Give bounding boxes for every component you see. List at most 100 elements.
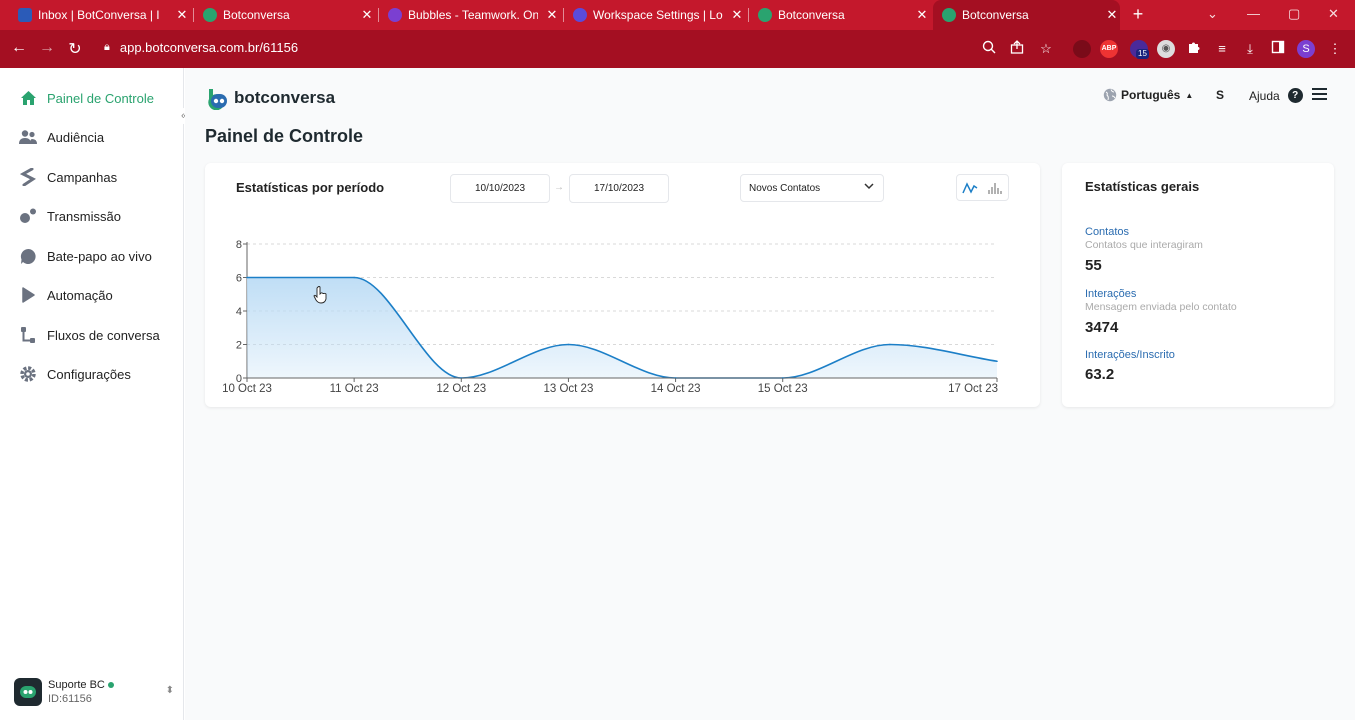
sidebar-item-label: Transmissão [47, 208, 121, 224]
browser-tab-active[interactable]: Botconversa ✕ [933, 0, 1120, 30]
sidepanel-icon[interactable] [1269, 40, 1287, 58]
page-title: Painel de Controle [205, 126, 364, 146]
download-icon[interactable]: ⤓ [1241, 40, 1259, 58]
campaign-icon [19, 168, 37, 186]
sidebar-item-label: Campanhas [47, 169, 118, 185]
minimize-icon[interactable]: — [1247, 6, 1260, 21]
area-chart: 0246810 Oct 23 11 Oct 23 12 Oct 23 13 Oct 2… [222, 239, 998, 395]
tab-close-icon[interactable]: ✕ [729, 7, 745, 23]
close-window-icon[interactable]: ✕ [1328, 6, 1339, 22]
stat-desc: Mensagem enviada pelo contato [1085, 301, 1237, 313]
tab-favicon [942, 8, 956, 22]
sidebar-item-audiencia[interactable]: Audiência [0, 118, 183, 156]
user-initial[interactable]: S [1216, 88, 1224, 102]
back-icon[interactable]: ← [9, 39, 29, 57]
zoom-icon[interactable] [980, 40, 998, 58]
general-stats-title: Estatísticas gerais [1085, 179, 1200, 194]
hand-cursor-icon [313, 286, 327, 304]
data-point [353, 276, 355, 279]
logo-icon [208, 89, 227, 110]
sidebar-item-configuracoes[interactable]: Configurações [0, 355, 183, 393]
tab-title: Workspace Settings | Loom [593, 8, 723, 22]
sidebar-item-transmissao[interactable]: Transmissão [0, 197, 183, 235]
tab-favicon [203, 8, 217, 22]
browser-tab[interactable]: Bubbles - Teamwork. On y ✕ [388, 0, 560, 30]
share-icon[interactable] [1008, 40, 1026, 58]
adblock-icon[interactable]: ABP [1100, 40, 1118, 58]
tab-favicon [388, 8, 402, 22]
play-icon [19, 286, 37, 304]
tab-close-icon[interactable]: ✕ [544, 7, 560, 23]
browser-tab[interactable]: Botconversa ✕ [203, 0, 375, 30]
sidebar-item-label: Bate-papo ao vivo [47, 248, 152, 264]
browser-tab-bar: Inbox | BotConversa | I ✕ Botconversa ✕ … [0, 0, 1355, 30]
logo[interactable]: botconversa [205, 86, 335, 110]
stat-value: 3474 [1085, 319, 1119, 336]
sidebar: Painel de Controle Audiência Campanhas T… [0, 68, 192, 720]
y-tick-label: 2 [236, 340, 242, 352]
stat-label: Contatos [1085, 226, 1130, 238]
x-tick-label: 12 Oct 23 [436, 383, 486, 395]
url-text: app.botconversa.com.br/61156 [119, 40, 299, 55]
data-point [567, 343, 570, 346]
user-id: ID:61156 [48, 693, 92, 705]
tab-close-icon[interactable]: ✕ [359, 7, 375, 23]
tab-favicon [758, 8, 772, 22]
maximize-icon[interactable]: ▢ [1288, 6, 1300, 22]
tab-close-icon[interactable]: ✕ [1104, 7, 1120, 23]
stat-interacoes-inscrito: Interações/Inscrito 63.2 [1085, 349, 1175, 383]
tab-title: Inbox | BotConversa | I [38, 8, 160, 22]
new-tab-button[interactable]: + [1128, 4, 1148, 24]
tab-close-icon[interactable]: ✕ [174, 7, 190, 23]
sidebar-item-campanhas[interactable]: Campanhas [0, 158, 183, 196]
extension-badge-icon[interactable]: 15 [1130, 40, 1149, 59]
language-selector[interactable]: Português ▲ [1103, 88, 1193, 102]
sidebar-item-automacao[interactable]: Automação [0, 276, 183, 314]
tab-title: Botconversa [223, 8, 290, 22]
stat-label: Interações [1085, 288, 1137, 300]
hamburger-menu-icon[interactable] [1312, 87, 1328, 101]
logo-text: botconversa [234, 88, 336, 107]
broadcast-icon [19, 207, 37, 225]
x-tick-label: 17 Oct 23 [948, 383, 998, 395]
profile-avatar[interactable]: S [1297, 40, 1315, 58]
user-box[interactable]: Suporte BC ID:61156 ⬍ [14, 678, 176, 706]
x-tick-label: 15 Oct 23 [758, 383, 808, 395]
stat-interacoes: Interações Mensagem enviada pelo contato… [1085, 288, 1237, 336]
address-bar[interactable]: 🔒︎ app.botconversa.com.br/61156 [104, 40, 298, 55]
y-tick-label: 6 [236, 273, 242, 285]
tab-close-icon[interactable]: ✕ [914, 7, 930, 23]
extensions-puzzle-icon[interactable] [1185, 40, 1203, 58]
media-icon[interactable]: ≡ [1213, 40, 1231, 58]
extension-icon[interactable] [1073, 40, 1091, 58]
x-tick-label: 11 Oct 23 [330, 383, 379, 395]
tab-favicon [18, 8, 32, 22]
browser-menu-icon[interactable]: ⋮ [1326, 40, 1344, 58]
lock-icon: 🔒︎ [104, 41, 110, 53]
help-link[interactable]: Ajuda ? [1249, 88, 1303, 103]
reload-icon[interactable]: ↻ [65, 39, 85, 59]
caret-down-icon: ▲ [1185, 90, 1194, 100]
tab-title: Botconversa [962, 8, 1029, 22]
stat-desc: Contatos que interagiram [1085, 239, 1203, 251]
user-switch-icon[interactable]: ⬍ [166, 685, 174, 696]
gear-icon [19, 365, 37, 383]
sidebar-item-batepapo[interactable]: Bate-papo ao vivo [0, 237, 183, 275]
help-icon: ? [1287, 88, 1303, 103]
user-avatar [14, 678, 42, 706]
forward-icon[interactable]: → [37, 39, 57, 57]
browser-tab[interactable]: Workspace Settings | Loom ✕ [573, 0, 745, 30]
sidebar-item-fluxos[interactable]: Fluxos de conversa [0, 316, 183, 354]
user-name: Suporte BC [48, 679, 105, 691]
mask-icon[interactable]: ◉ [1157, 40, 1175, 58]
sidebar-item-painel[interactable]: Painel de Controle [0, 79, 183, 117]
bookmark-star-icon[interactable]: ☆ [1037, 40, 1055, 58]
extension-badge: 15 [1136, 49, 1149, 59]
sidebar-item-label: Painel de Controle [47, 90, 154, 106]
tab-favicon [573, 8, 587, 22]
browser-tab[interactable]: Inbox | BotConversa | I ✕ [18, 0, 190, 30]
sidebar-item-label: Configurações [47, 366, 131, 382]
browser-tab[interactable]: Botconversa ✕ [758, 0, 930, 30]
data-point [889, 343, 891, 346]
tab-search-icon[interactable]: ⌄ [1207, 6, 1218, 22]
